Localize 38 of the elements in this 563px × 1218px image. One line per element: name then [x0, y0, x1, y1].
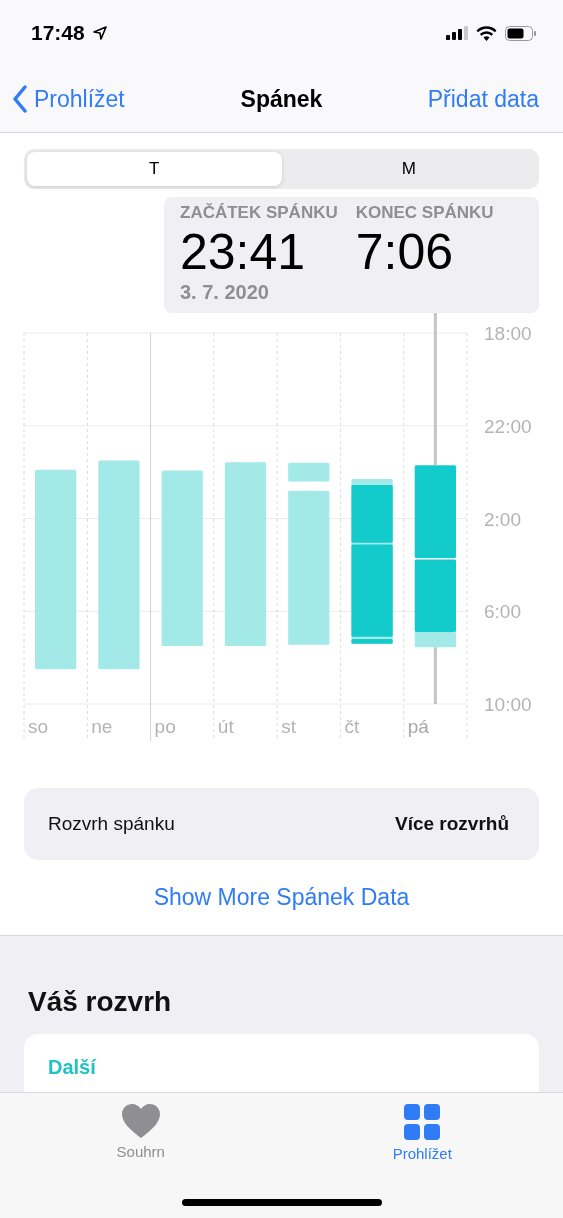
day-label: út [217, 716, 234, 737]
axis-label: 10:00 [484, 694, 532, 715]
back-button[interactable]: Prohlížet [12, 85, 125, 113]
tooltip-label: KONEC SPÁNKU [355, 203, 494, 223]
heart-icon [120, 1103, 161, 1139]
status-time: 17:48 [31, 21, 85, 45]
show-more-link[interactable]: Show More Spánek Data [24, 884, 539, 911]
grid-icon [403, 1103, 442, 1141]
tab-bar-item[interactable]: Souhrn [0, 1093, 282, 1218]
segment-tab[interactable]: T [27, 152, 282, 186]
day-label: st [281, 716, 296, 737]
signal-icon [446, 26, 468, 40]
tooltip-label: ZAČÁTEK SPÁNKU [180, 203, 338, 223]
battery-icon [505, 25, 537, 41]
card-label: Další [48, 1056, 96, 1078]
tooltip-value: 23:41 [180, 223, 307, 281]
axis-label: 6:00 [484, 601, 521, 623]
tooltip-value: 7:06 [355, 223, 455, 281]
day-label: ne [91, 716, 113, 737]
section-title: Váš rozvrh [28, 986, 173, 1018]
schedule-row[interactable]: Rozvrh spánku Více rozvrhů [24, 788, 539, 860]
location-arrow-icon [92, 26, 107, 40]
day-label: po [154, 716, 176, 737]
axis-label: 18:00 [484, 323, 532, 344]
day-label: pá [407, 716, 429, 737]
schedule-label: Rozvrh spánku [48, 813, 175, 835]
axis-label: 2:00 [484, 508, 521, 530]
segment-tab[interactable]: M [281, 152, 536, 186]
tooltip-date: 3. 7. 2020 [180, 281, 270, 304]
nav-title: Spánek [240, 85, 323, 113]
day-label: so [28, 716, 49, 737]
schedule-value: Více rozvrhů [394, 813, 509, 835]
tab-bar-item[interactable]: Prohlížet [281, 1093, 563, 1218]
day-label: čt [344, 716, 360, 737]
back-chevron-icon [12, 85, 28, 113]
add-data-button[interactable]: Přidat data [427, 85, 539, 113]
wifi-icon [476, 25, 497, 41]
axis-label: 22:00 [484, 415, 532, 437]
